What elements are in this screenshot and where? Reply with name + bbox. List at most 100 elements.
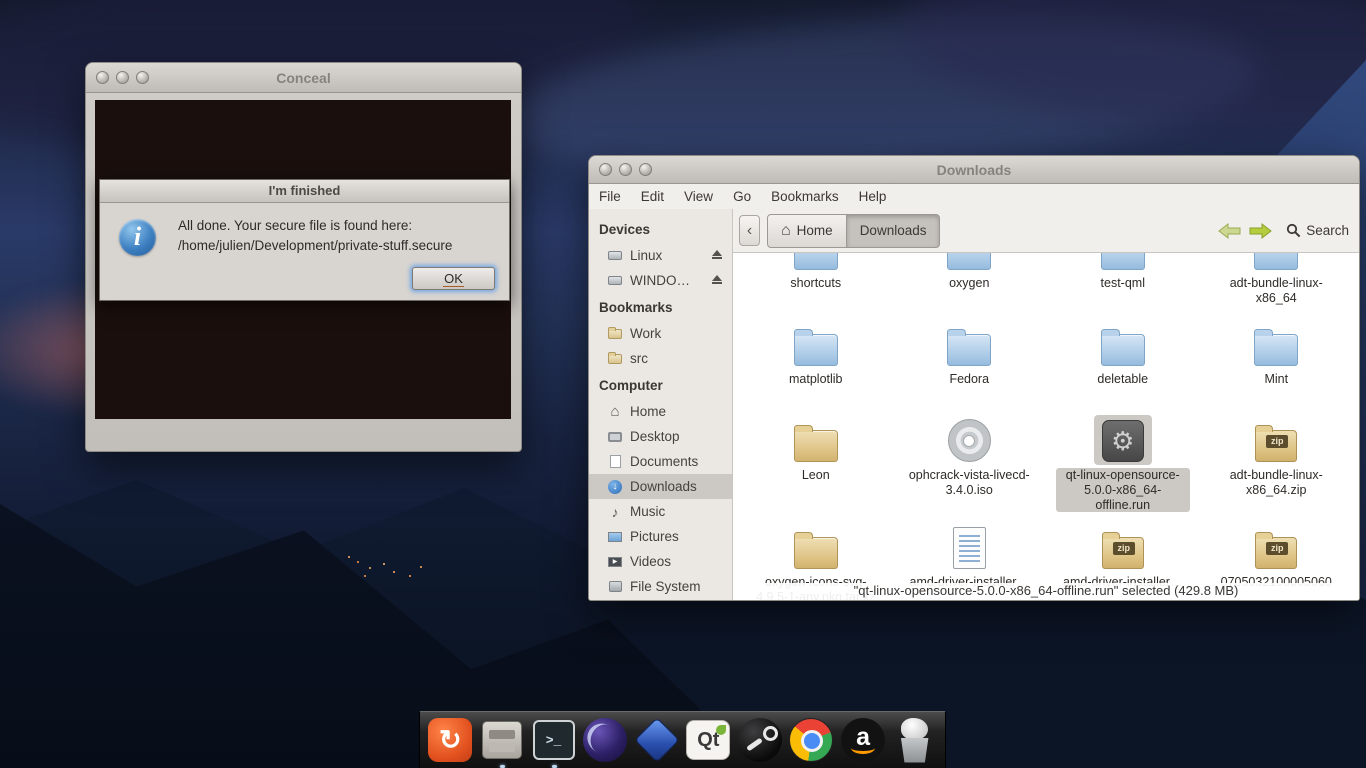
terminal-icon [533,720,575,760]
dock-amazon[interactable] [841,717,886,763]
chrome-icon [789,718,833,762]
home-icon [781,222,791,240]
sidebar-item-pictures[interactable]: Pictures [589,524,732,549]
folder-icon [947,334,991,366]
filesystem-icon [607,579,623,595]
dialog-message-line1: All done. Your secure file is found here… [178,216,499,236]
file-item-selected[interactable]: qt-linux-opensource-5.0.0-x86_64-offline… [1046,415,1200,512]
desktop: Conceal I'm finished All done. Your secu… [0,0,1366,768]
menu-view[interactable]: View [682,187,715,206]
path-downloads-button[interactable]: Downloads [847,214,941,248]
file-item[interactable]: Fedora [893,319,1047,405]
dock-trash[interactable] [892,717,937,763]
dock-software-updater[interactable] [428,717,473,763]
dialog-title: I'm finished [100,180,509,203]
home-icon [607,404,623,420]
music-icon [607,504,623,520]
file-item[interactable]: adt-bundle-linux-x86_64 [1200,253,1354,309]
conceal-window: Conceal I'm finished All done. Your secu… [85,62,522,452]
search-control[interactable]: Search [1286,223,1349,238]
conceal-titlebar[interactable]: Conceal [86,63,521,93]
sidebar-item-desktop[interactable]: Desktop [589,424,732,449]
sidebar-item-filesystem[interactable]: File System [589,574,732,599]
maximize-button[interactable] [136,71,149,84]
back-button[interactable]: ‹ [739,215,760,246]
sidebar: Devices Linux WINDO… Bookmarks Work [589,209,733,600]
menu-edit[interactable]: Edit [639,187,666,206]
dock-steam[interactable] [738,717,783,763]
dialog-message: All done. Your secure file is found here… [178,216,499,257]
zip-archive-icon [1255,430,1297,462]
file-item[interactable]: oxygen [893,253,1047,309]
file-item[interactable]: ophcrack-vista-livecd-3.4.0.iso [893,415,1047,512]
file-manager-window: Downloads File Edit View Go Bookmarks He… [588,155,1360,601]
sidebar-item-documents[interactable]: Documents [589,449,732,474]
update-arrows-icon [428,718,472,762]
menu-help[interactable]: Help [857,187,889,206]
close-button[interactable] [599,163,612,176]
folder-icon [607,351,623,367]
sidebar-item-windows[interactable]: WINDO… [589,268,732,293]
menu-bookmarks[interactable]: Bookmarks [769,187,841,206]
folder-icon [1101,334,1145,366]
file-item[interactable]: adt-bundle-linux-x86_64.zip [1200,415,1354,512]
dock-terminal[interactable] [531,717,576,763]
dock-desktop-cube[interactable] [634,717,679,763]
eject-icon[interactable] [711,275,723,284]
dock-file-archiver[interactable] [480,717,525,763]
trash-icon [895,718,935,763]
folder-icon [794,253,838,270]
file-item[interactable]: shortcuts [739,253,893,309]
maximize-button[interactable] [639,163,652,176]
videos-icon [607,554,623,570]
drive-icon [607,273,623,289]
pictures-icon [607,529,623,545]
folder-icon [1254,253,1298,270]
file-item[interactable]: Mint [1200,319,1354,405]
folder-icon [607,326,623,342]
nav-next-icon[interactable] [1249,223,1272,239]
sidebar-header-devices: Devices [589,215,732,243]
sidebar-item-videos[interactable]: Videos [589,549,732,574]
finished-dialog: I'm finished All done. Your secure file … [99,179,510,301]
sidebar-item-linux[interactable]: Linux [589,243,732,268]
close-button[interactable] [96,71,109,84]
info-icon [119,219,156,256]
zip-archive-icon [1102,537,1144,569]
sidebar-item-music[interactable]: Music [589,499,732,524]
window-title: Conceal [86,70,521,86]
menu-file[interactable]: File [597,187,623,206]
file-item[interactable]: matplotlib [739,319,893,405]
file-view: shortcuts oxygen test-qml adt-bundl [733,253,1359,600]
file-item[interactable]: deletable [1046,319,1200,405]
folder-icon [794,430,838,462]
file-item[interactable]: test-qml [1046,253,1200,309]
folder-icon [1254,334,1298,366]
dock-qt-creator[interactable] [686,717,731,763]
dock [419,711,946,768]
sidebar-item-home[interactable]: Home [589,399,732,424]
file-manager-titlebar[interactable]: Downloads [589,156,1359,184]
nav-previous-icon[interactable] [1218,223,1241,239]
menu-go[interactable]: Go [731,187,753,206]
path-home-button[interactable]: Home [767,214,847,248]
dock-eclipse[interactable] [583,717,628,763]
sidebar-item-downloads[interactable]: Downloads [589,474,732,499]
ok-button[interactable]: OK [412,267,495,290]
dock-chrome[interactable] [789,717,834,763]
toolbar: ‹ Home Downloads [733,209,1359,253]
minimize-button[interactable] [116,71,129,84]
sidebar-item-work[interactable]: Work [589,321,732,346]
eclipse-icon [583,718,627,762]
folder-icon [1101,253,1145,270]
qt-icon [686,720,730,760]
sidebar-item-src[interactable]: src [589,346,732,371]
path-bar: Home Downloads [767,214,940,248]
minimize-button[interactable] [619,163,632,176]
downloads-icon [607,479,623,495]
file-item[interactable]: Leon [739,415,893,512]
amazon-icon [841,718,885,762]
sidebar-header-computer: Computer [589,371,732,399]
eject-icon[interactable] [711,250,723,259]
sidebar-header-bookmarks: Bookmarks [589,293,732,321]
